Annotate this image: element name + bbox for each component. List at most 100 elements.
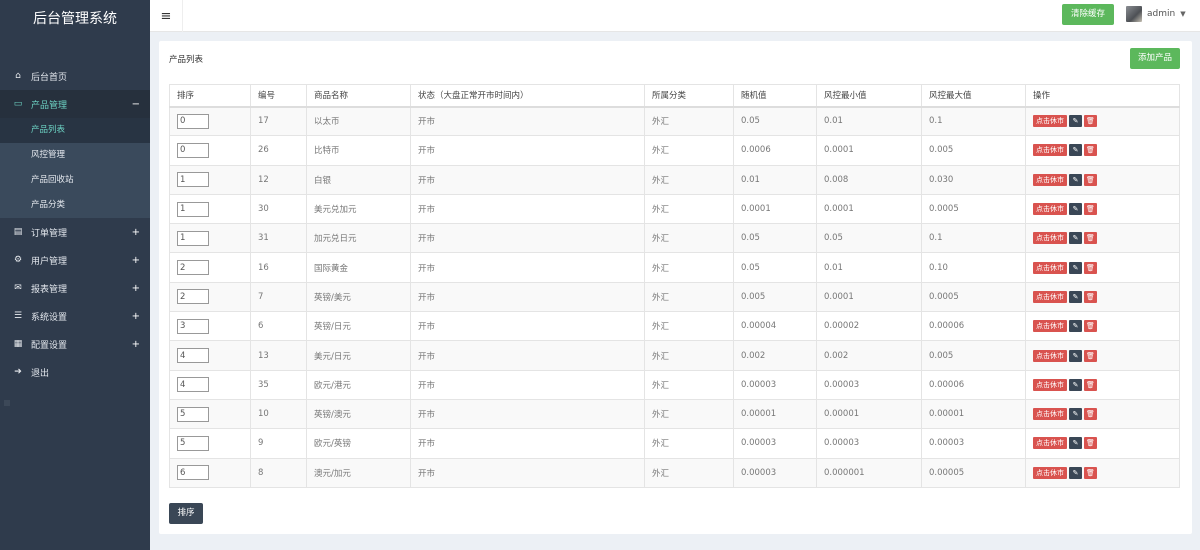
edit-icon[interactable]: ✎ — [1069, 378, 1082, 391]
halt-market-button[interactable]: 点击休市 — [1033, 144, 1067, 157]
sort-cell — [169, 311, 251, 342]
halt-market-button[interactable]: 点击休市 — [1033, 320, 1067, 333]
actions-cell: 点击休市 ✎ 🗑 — [1025, 164, 1180, 195]
trash-icon[interactable]: 🗑 — [1084, 349, 1097, 362]
trash-icon[interactable]: 🗑 — [1084, 466, 1097, 479]
sort-input[interactable] — [177, 201, 209, 217]
min-cell: 0.0001 — [816, 135, 922, 166]
category-cell: 外汇 — [644, 135, 734, 166]
edit-icon[interactable]: ✎ — [1069, 290, 1082, 303]
sort-input[interactable] — [177, 318, 209, 334]
max-cell: 0.0005 — [921, 281, 1026, 313]
sidebar-item-orders[interactable]: ▤ 订单管理 + — [0, 218, 150, 246]
sort-input[interactable] — [177, 142, 209, 158]
sort-input[interactable] — [177, 113, 209, 129]
max-cell: 0.00005 — [921, 457, 1026, 488]
sort-cell — [169, 369, 251, 400]
table-row: 10英镑/澳元开市外汇0.000010.000010.00001点击休市✎🗑 — [169, 398, 1180, 430]
sort-input[interactable] — [177, 435, 209, 451]
edit-icon[interactable]: ✎ — [1069, 261, 1082, 274]
sidebar-item-users[interactable]: ⚙ 用户管理 + — [0, 246, 150, 274]
halt-market-button[interactable]: 点击休市 — [1033, 173, 1067, 186]
trash-icon[interactable]: 🗑 — [1084, 290, 1097, 303]
trash-icon[interactable]: 🗑 — [1084, 203, 1097, 216]
name-cell: 白银 — [306, 164, 411, 195]
name-cell: 以太币 — [306, 105, 411, 137]
sidebar-subitem-risk-control[interactable]: 风控管理 — [0, 143, 150, 168]
name-cell: 澳元/加元 — [306, 457, 411, 488]
halt-market-button[interactable]: 点击休市 — [1033, 232, 1067, 245]
edit-icon[interactable]: ✎ — [1069, 466, 1082, 479]
sidebar-item-config-settings[interactable]: ▦ 配置设置 + — [0, 330, 150, 358]
sort-input[interactable] — [177, 465, 209, 481]
sidebar-item-products[interactable]: ▭ 产品管理 − — [0, 90, 150, 118]
name-cell: 英镑/澳元 — [306, 398, 411, 430]
sort-input[interactable] — [177, 230, 209, 246]
id-cell: 16 — [250, 252, 307, 283]
add-product-button[interactable]: 添加产品 — [1130, 48, 1180, 69]
name-cell: 加元兑日元 — [306, 223, 411, 254]
halt-market-button[interactable]: 点击休市 — [1033, 349, 1067, 362]
halt-market-button[interactable]: 点击休市 — [1033, 115, 1067, 128]
halt-market-button[interactable]: 点击休市 — [1033, 408, 1067, 421]
trash-icon[interactable]: 🗑 — [1084, 437, 1097, 450]
trash-icon[interactable]: 🗑 — [1084, 115, 1097, 128]
trash-icon[interactable]: 🗑 — [1084, 378, 1097, 391]
sort-button[interactable]: 排序 — [169, 503, 203, 524]
edit-icon[interactable]: ✎ — [1069, 232, 1082, 245]
edit-icon[interactable]: ✎ — [1069, 144, 1082, 157]
min-cell: 0.00003 — [816, 369, 922, 400]
edit-icon[interactable]: ✎ — [1069, 320, 1082, 333]
halt-market-button[interactable]: 点击休市 — [1033, 261, 1067, 274]
row-actions: 点击休市 ✎ 🗑 — [1033, 115, 1172, 128]
sidebar-item-label: 退出 — [31, 368, 50, 379]
halt-market-button[interactable]: 点击休市 — [1033, 437, 1067, 450]
sort-input[interactable] — [177, 348, 209, 364]
random-cell: 0.05 — [733, 223, 817, 254]
sort-cell — [169, 340, 251, 371]
halt-market-button[interactable]: 点击休市 — [1033, 290, 1067, 303]
min-cell: 0.01 — [816, 105, 922, 137]
halt-market-button[interactable]: 点击休市 — [1033, 378, 1067, 391]
id-cell: 9 — [250, 428, 307, 459]
trash-icon[interactable]: 🗑 — [1084, 232, 1097, 245]
max-cell: 0.1 — [921, 223, 1026, 254]
panel-title: 产品列表 — [169, 55, 204, 65]
sidebar-subitem-categories[interactable]: 产品分类 — [0, 193, 150, 218]
max-cell: 0.1 — [921, 105, 1026, 137]
sidebar-item-label: 后台首页 — [31, 72, 68, 83]
col-min: 风控最小值 — [816, 84, 922, 108]
edit-icon[interactable]: ✎ — [1069, 408, 1082, 421]
category-cell: 外汇 — [644, 398, 734, 430]
trash-icon[interactable]: 🗑 — [1084, 261, 1097, 274]
col-max: 风控最大值 — [921, 84, 1026, 108]
clear-cache-button[interactable]: 清除缓存 — [1062, 4, 1114, 25]
sort-input[interactable] — [177, 172, 209, 188]
sidebar-collapse-handle[interactable] — [4, 400, 10, 406]
edit-icon[interactable]: ✎ — [1069, 115, 1082, 128]
sort-input[interactable] — [177, 260, 209, 276]
edit-icon[interactable]: ✎ — [1069, 349, 1082, 362]
menu-toggle-icon[interactable]: ≡ — [150, 0, 183, 32]
trash-icon[interactable]: 🗑 — [1084, 144, 1097, 157]
sort-input[interactable] — [177, 289, 209, 305]
trash-icon[interactable]: 🗑 — [1084, 320, 1097, 333]
sort-cell — [169, 428, 251, 459]
sidebar-item-system-settings[interactable]: ☰ 系统设置 + — [0, 302, 150, 330]
trash-icon[interactable]: 🗑 — [1084, 408, 1097, 421]
sidebar-item-logout[interactable]: ➔ 退出 — [0, 358, 150, 386]
edit-icon[interactable]: ✎ — [1069, 173, 1082, 186]
sort-input[interactable] — [177, 377, 209, 393]
edit-icon[interactable]: ✎ — [1069, 203, 1082, 216]
edit-icon[interactable]: ✎ — [1069, 437, 1082, 450]
col-random: 随机值 — [733, 84, 817, 108]
sidebar-subitem-product-list[interactable]: 产品列表 — [0, 118, 150, 143]
sidebar-subitem-recycle-bin[interactable]: 产品回收站 — [0, 168, 150, 193]
user-menu[interactable]: admin ▼ — [1126, 6, 1186, 22]
sort-input[interactable] — [177, 406, 209, 422]
sidebar-item-reports[interactable]: ✉ 报表管理 + — [0, 274, 150, 302]
sidebar-item-home[interactable]: ⌂ 后台首页 — [0, 62, 150, 90]
halt-market-button[interactable]: 点击休市 — [1033, 203, 1067, 216]
trash-icon[interactable]: 🗑 — [1084, 173, 1097, 186]
halt-market-button[interactable]: 点击休市 — [1033, 466, 1067, 479]
